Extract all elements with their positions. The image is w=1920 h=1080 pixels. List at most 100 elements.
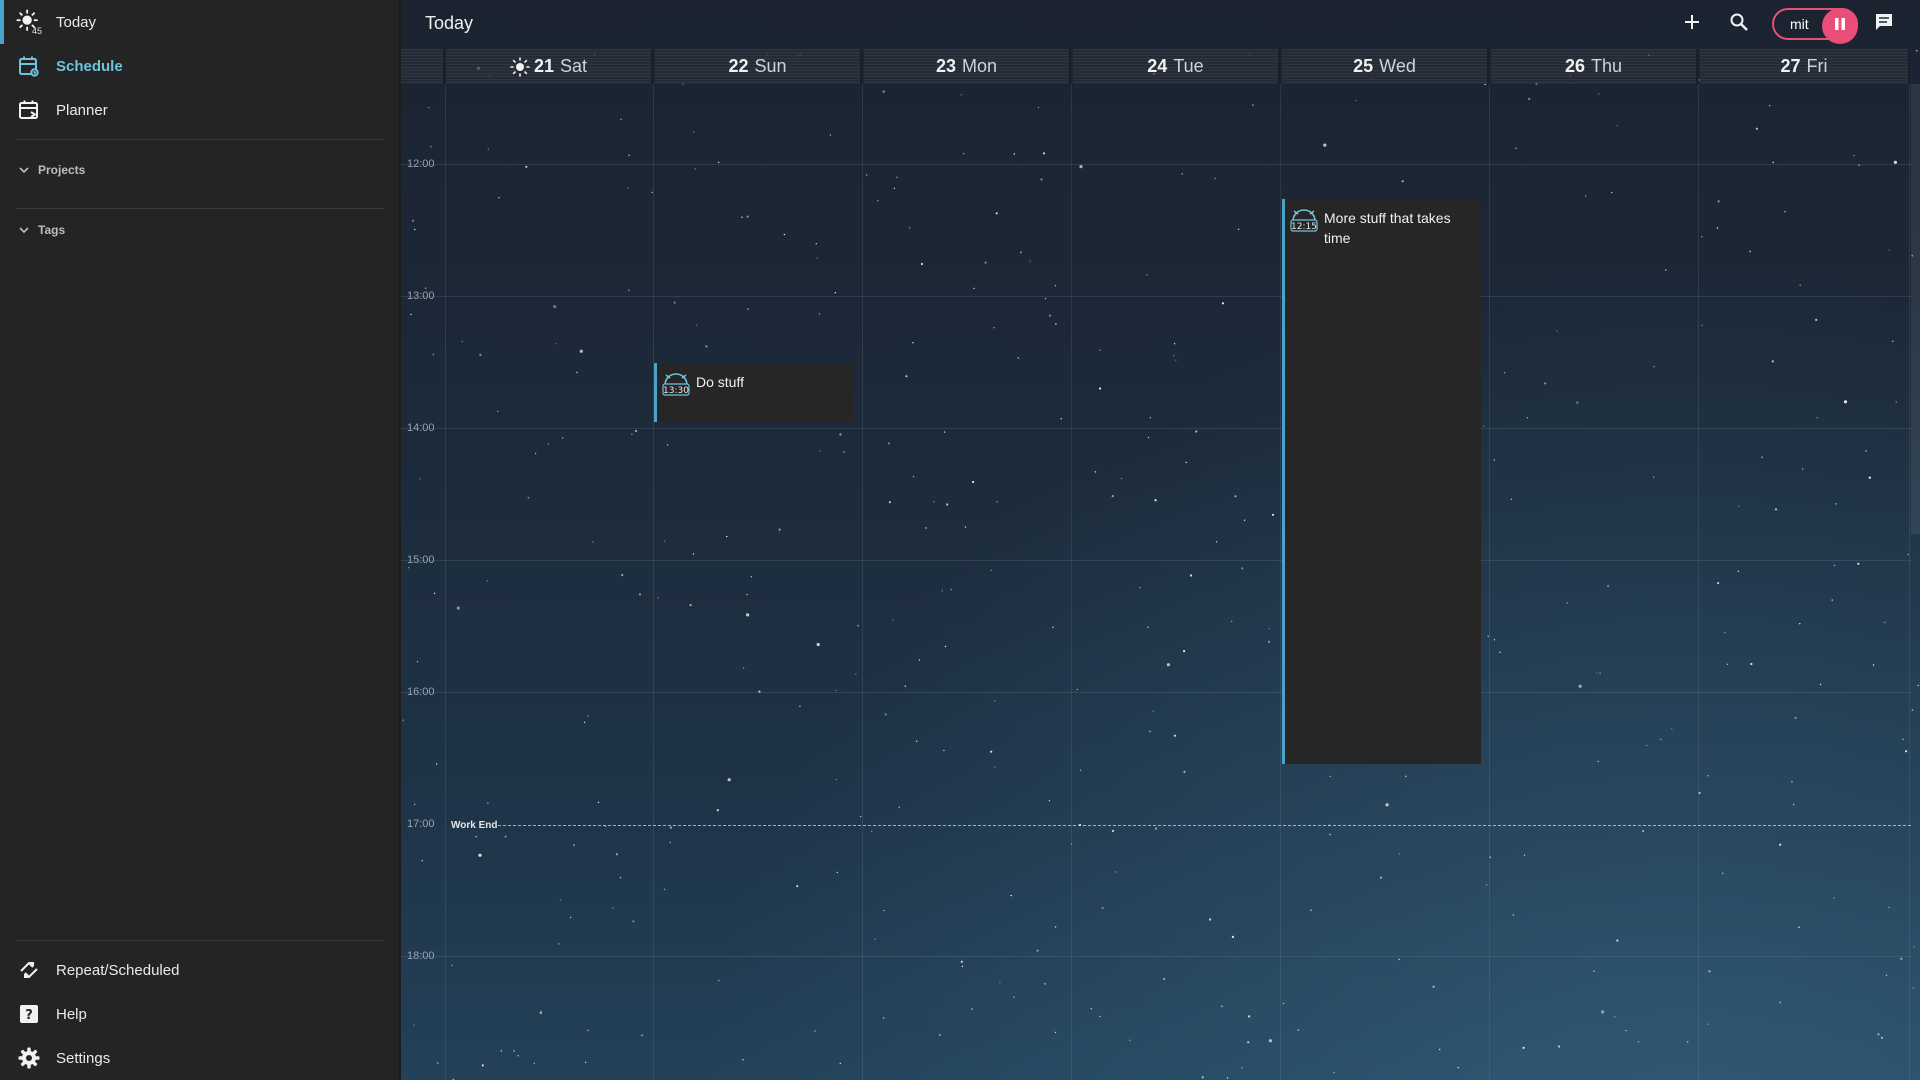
time-label: 16:00 [407, 686, 435, 698]
star [1831, 599, 1833, 601]
star [419, 478, 421, 480]
add-button[interactable] [1679, 11, 1705, 37]
star [1593, 970, 1595, 972]
star [1111, 829, 1115, 833]
star [938, 1033, 941, 1037]
star [1801, 468, 1804, 470]
star [1166, 663, 1170, 667]
sidebar-divider [16, 940, 384, 941]
star [1819, 683, 1822, 686]
star [673, 301, 676, 304]
star [413, 1024, 415, 1026]
star [1333, 1071, 1335, 1074]
day-name: Tue [1173, 56, 1204, 76]
star [573, 844, 575, 846]
star [696, 324, 698, 326]
star [1888, 249, 1890, 251]
sidebar-item-schedule[interactable]: Schedule [0, 44, 400, 88]
star [920, 262, 924, 266]
star [1152, 710, 1154, 712]
event-title: More stuff that takes time [1324, 210, 1451, 246]
star [497, 410, 499, 412]
day-number: 24 [1147, 56, 1168, 76]
day-header-thu[interactable]: 26 Thu [1491, 49, 1698, 84]
star [1154, 499, 1157, 502]
star [1493, 639, 1496, 641]
star [1853, 154, 1855, 157]
star [584, 1061, 587, 1064]
planner-calendar-icon [16, 97, 42, 123]
star [1172, 355, 1175, 357]
star [1761, 456, 1763, 458]
day-header-tue[interactable]: 24 Tue [1073, 49, 1280, 84]
star [628, 154, 630, 156]
star [1483, 425, 1485, 427]
day-header-mon[interactable]: 23 Mon [864, 49, 1071, 84]
sidebar-section-tags[interactable]: Tags [18, 218, 65, 242]
star [1769, 104, 1771, 107]
star [1234, 495, 1237, 498]
star [432, 353, 434, 356]
star [1917, 684, 1920, 687]
focus-mode-pill[interactable]: mit [1772, 8, 1858, 44]
star [1857, 562, 1860, 565]
star [513, 1050, 515, 1052]
star [1163, 977, 1166, 981]
schedule-view: Today mit 21 Sat 22 Sun 23 Mon 24 Tue 25… [401, 0, 1920, 1080]
star [905, 375, 908, 378]
star [1099, 349, 1101, 351]
star [437, 1062, 439, 1064]
star [620, 118, 622, 121]
star [912, 475, 915, 478]
sidebar-section-projects[interactable]: Projects [18, 158, 85, 182]
sidebar-item-settings[interactable]: Settings [0, 1036, 400, 1080]
sidebar-item-planner[interactable]: Planner [0, 88, 400, 132]
star [1835, 503, 1837, 505]
sidebar-item-help[interactable]: ? Help [0, 992, 400, 1036]
day-header-fri[interactable]: 27 Fri [1700, 49, 1910, 84]
star [815, 243, 817, 245]
star [892, 619, 894, 621]
hour-line [401, 164, 1911, 165]
star [1660, 738, 1662, 741]
star [896, 176, 898, 178]
star [916, 740, 918, 742]
pause-button[interactable] [1822, 8, 1858, 44]
grid-column-line [1909, 84, 1910, 1080]
star [855, 673, 857, 675]
star [1147, 626, 1149, 628]
star [1799, 623, 1801, 625]
star [547, 443, 550, 445]
star [904, 685, 906, 687]
star [694, 168, 696, 170]
star [1248, 1015, 1251, 1018]
grid-column-line [445, 84, 446, 1080]
event-do-stuff[interactable]: 13:30 Do stuff [654, 363, 853, 422]
star [946, 503, 949, 506]
star [746, 593, 748, 596]
star [414, 803, 416, 805]
chevron-down-icon [18, 164, 32, 176]
search-icon [1729, 12, 1749, 37]
sidebar-item-today[interactable]: Today 45 [0, 0, 400, 44]
sidebar-item-repeat-scheduled[interactable]: Repeat/Scheduled [0, 948, 400, 992]
day-header-wed[interactable]: 25 Wed [1282, 49, 1489, 84]
star [1790, 780, 1793, 783]
day-header-sun[interactable]: 22 Sun [655, 49, 862, 84]
star [1114, 871, 1117, 873]
star [1601, 1010, 1605, 1014]
notes-button[interactable] [1871, 11, 1897, 37]
star [866, 174, 868, 176]
scrollbar[interactable] [1911, 84, 1920, 534]
star [718, 161, 720, 164]
day-header-sat[interactable]: 21 Sat [446, 49, 653, 84]
star [882, 1017, 885, 1019]
repeat-icon [16, 957, 42, 983]
star [835, 689, 837, 692]
star [631, 433, 633, 435]
event-more-stuff[interactable]: 12:15 More stuff that takes time [1282, 199, 1481, 764]
star [1900, 957, 1903, 960]
star [716, 809, 719, 812]
search-button[interactable] [1726, 11, 1752, 37]
today-badge: 45 [32, 26, 43, 36]
